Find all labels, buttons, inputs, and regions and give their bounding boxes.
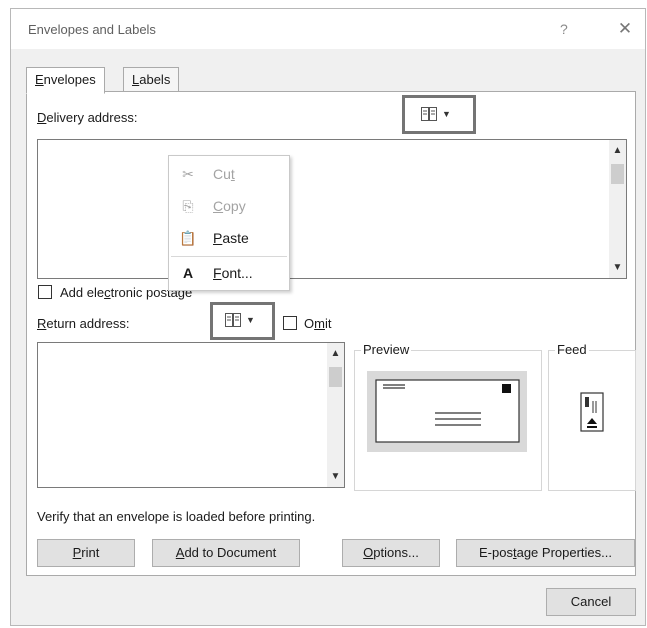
scroll-thumb[interactable] [329,367,342,387]
chevron-down-icon: ▼ [246,315,255,325]
copy-icon: ⎘ [182,198,194,214]
envelopes-tab-panel: Delivery address: ▼ ▲ ▼ Add electronic p… [26,91,636,576]
delivery-address-book-button[interactable]: ▼ [402,95,476,134]
envelope-feed-icon [580,392,604,432]
return-address-book-button[interactable]: ▼ [210,302,275,340]
close-icon[interactable]: ✕ [614,18,636,40]
delivery-scrollbar[interactable]: ▲ ▼ [609,140,626,278]
menu-item-cut[interactable]: ✂ Cut [169,158,289,190]
return-scrollbar[interactable]: ▲ ▼ [327,343,344,487]
scroll-thumb[interactable] [611,164,624,184]
tab-envelopes[interactable]: Envelopes [26,67,105,94]
omit-label: Omit [304,316,332,331]
scroll-up-icon[interactable]: ▲ [327,345,344,362]
envelopes-and-labels-dialog: Envelopes and Labels ? ✕ Envelopes Label… [10,8,646,626]
envelope-preview-button[interactable] [367,371,527,452]
preview-title: Preview [361,342,412,357]
help-button[interactable]: ? [560,21,568,37]
chevron-down-icon: ▼ [442,109,451,119]
envelope-loaded-hint: Verify that an envelope is loaded before… [37,509,316,524]
menu-item-paste[interactable]: 📋 Paste [169,222,289,254]
preview-group: Preview [354,342,542,491]
delivery-address-label: Delivery address: [37,110,138,125]
return-address-field[interactable]: ▲ ▼ [37,342,345,488]
add-to-document-button[interactable]: Add to Document [152,539,300,567]
menu-item-font[interactable]: A Font... [169,257,289,289]
feed-method-button[interactable] [575,391,609,437]
menu-item-copy[interactable]: ⎘ Copy [169,190,289,222]
paste-icon: 📋 [179,230,197,246]
omit-checkbox[interactable] [283,316,297,330]
address-book-icon [225,313,242,327]
title-bar: Envelopes and Labels ? ✕ [11,9,645,49]
epostage-properties-button[interactable]: E-postage Properties... [456,539,635,567]
feed-group: Feed [548,342,636,491]
address-book-icon [421,107,438,121]
scroll-down-icon[interactable]: ▼ [327,468,344,485]
dialog-title: Envelopes and Labels [28,22,156,37]
context-menu: ✂ Cut ⎘ Copy 📋 Paste A Font... [168,155,290,291]
feed-title: Feed [555,342,589,357]
options-button[interactable]: Options... [342,539,440,567]
scissors-icon: ✂ [182,166,194,182]
tab-labels[interactable]: Labels [123,67,180,93]
add-electronic-postage-checkbox[interactable] [38,285,52,299]
cancel-button[interactable]: Cancel [546,588,636,616]
print-button[interactable]: Print [37,539,135,567]
scroll-down-icon[interactable]: ▼ [609,259,626,276]
font-icon: A [182,265,194,281]
scroll-up-icon[interactable]: ▲ [609,142,626,159]
delivery-address-field[interactable]: ▲ ▼ [37,139,627,279]
envelope-preview-icon [375,379,520,443]
return-address-label: Return address: [37,316,130,331]
